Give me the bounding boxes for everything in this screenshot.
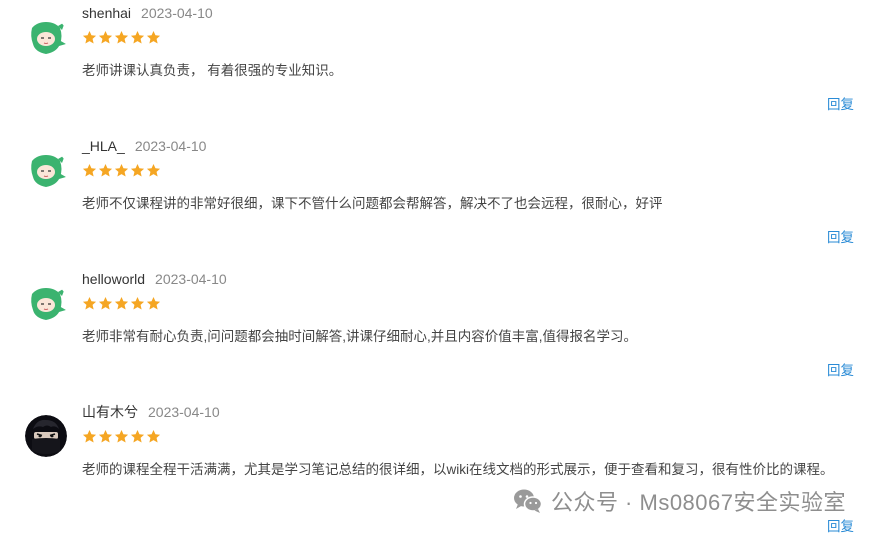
star-rating — [82, 429, 161, 447]
star-icon — [146, 296, 161, 311]
wechat-icon — [513, 489, 543, 513]
star-icon — [82, 296, 97, 311]
star-icon — [114, 163, 129, 178]
star-icon — [146, 30, 161, 45]
masked-person-avatar-icon — [25, 415, 67, 457]
review-comment: 老师不仅课程讲的非常好很细，课下不管什么问题都会帮解答，解决不了也会远程，很耐心… — [82, 196, 663, 211]
review-comment: 老师的课程全程干活满满，尤其是学习笔记总结的很详细，以wiki在线文档的形式展示… — [82, 462, 834, 477]
star-rating — [82, 30, 161, 48]
green-cactus-avatar-icon — [25, 16, 67, 58]
username[interactable]: _HLA_ — [82, 138, 125, 154]
green-cactus-avatar-icon — [25, 149, 67, 191]
star-rating — [82, 296, 161, 314]
review-item: shenhai 2023-04-10 老师讲课认真负责， 有着很强的专业知识。 回… — [0, 0, 872, 133]
reply-link[interactable]: 回复 — [827, 515, 854, 535]
star-icon — [114, 429, 129, 444]
green-cactus-avatar-icon — [25, 282, 67, 324]
star-icon — [114, 30, 129, 45]
username[interactable]: 山有木兮 — [82, 404, 138, 420]
review-date: 2023-04-10 — [148, 404, 220, 420]
review-meta: shenhai 2023-04-10 — [82, 4, 213, 22]
star-icon — [98, 163, 113, 178]
avatar[interactable] — [25, 16, 67, 58]
review-date: 2023-04-10 — [155, 271, 227, 287]
review-list: shenhai 2023-04-10 老师讲课认真负责， 有着很强的专业知识。 回… — [0, 0, 872, 539]
review-date: 2023-04-10 — [141, 5, 213, 21]
review-meta: helloworld 2023-04-10 — [82, 270, 227, 288]
username[interactable]: helloworld — [82, 271, 145, 287]
star-icon — [130, 163, 145, 178]
review-meta: 山有木兮 2023-04-10 — [82, 403, 220, 421]
star-icon — [82, 429, 97, 444]
review-comment: 老师非常有耐心负责,问问题都会抽时间解答,讲课仔细耐心,并且内容价值丰富,值得报… — [82, 329, 638, 344]
review-item: 山有木兮 2023-04-10 老师的课程全程干活满满，尤其是学习笔记总结的很详细… — [0, 399, 872, 539]
avatar[interactable] — [25, 149, 67, 191]
star-icon — [130, 296, 145, 311]
username[interactable]: shenhai — [82, 5, 131, 21]
avatar[interactable] — [25, 415, 67, 457]
star-icon — [130, 30, 145, 45]
review-item: _HLA_ 2023-04-10 老师不仅课程讲的非常好很细，课下不管什么问题都会… — [0, 133, 872, 266]
star-icon — [98, 296, 113, 311]
review-meta: _HLA_ 2023-04-10 — [82, 137, 206, 155]
avatar[interactable] — [25, 282, 67, 324]
watermark: 公众号 · Ms08067安全实验室 — [513, 485, 846, 517]
reply-link[interactable]: 回复 — [827, 93, 854, 113]
reply-link[interactable]: 回复 — [827, 226, 854, 246]
star-icon — [146, 163, 161, 178]
star-icon — [82, 163, 97, 178]
review-item: helloworld 2023-04-10 老师非常有耐心负责,问问题都会抽时间解… — [0, 266, 872, 399]
watermark-text: 公众号 · Ms08067安全实验室 — [550, 490, 846, 515]
star-icon — [82, 30, 97, 45]
star-icon — [146, 429, 161, 444]
review-comment: 老师讲课认真负责， 有着很强的专业知识。 — [82, 63, 343, 78]
star-icon — [98, 30, 113, 45]
star-icon — [130, 429, 145, 444]
review-date: 2023-04-10 — [134, 138, 207, 154]
star-icon — [98, 429, 113, 444]
star-icon — [114, 296, 129, 311]
star-rating — [82, 163, 161, 181]
reply-link[interactable]: 回复 — [827, 359, 854, 379]
